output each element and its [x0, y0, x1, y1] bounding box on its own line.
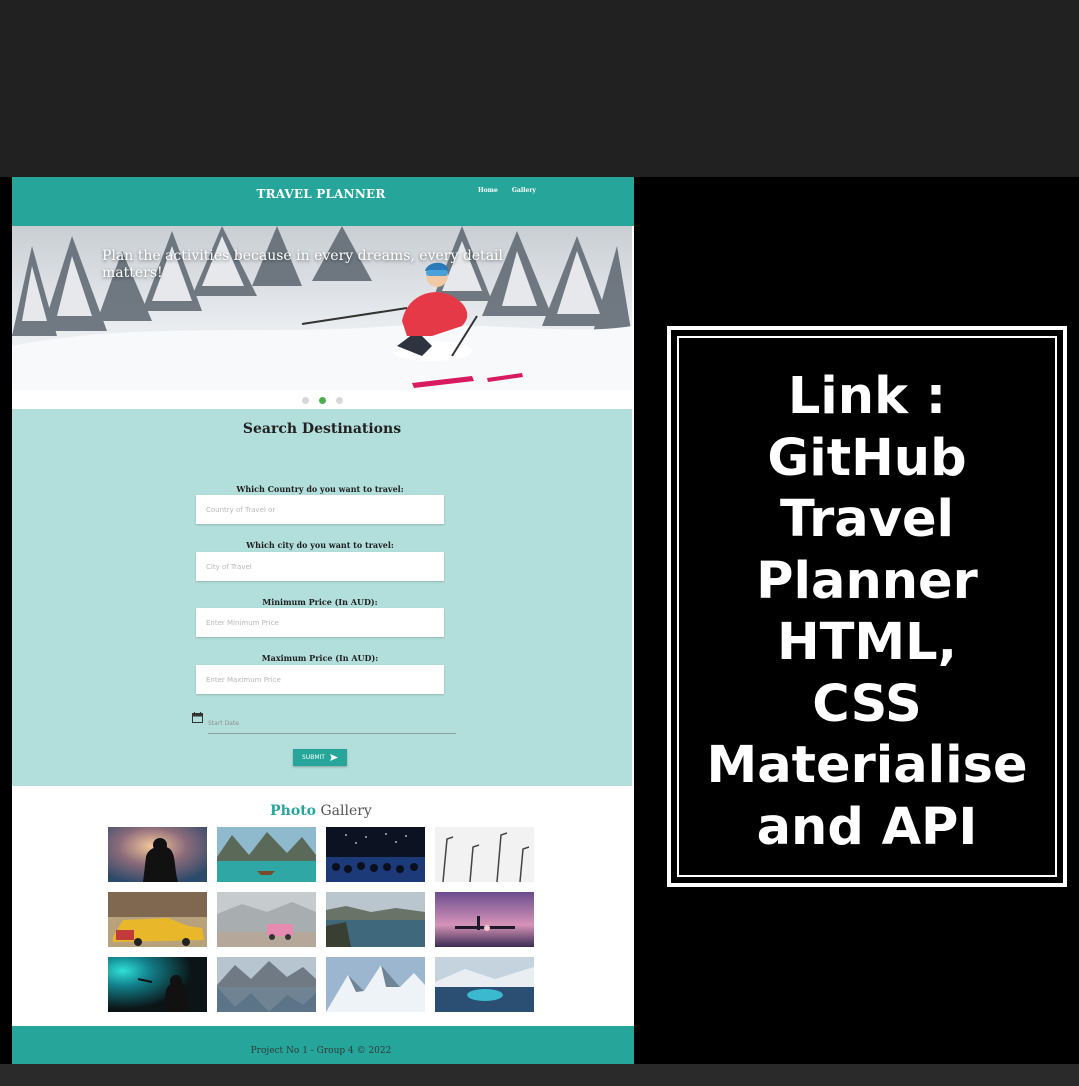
- gallery-photo-lamps[interactable]: [435, 827, 534, 882]
- country-label: Which Country do you want to travel:: [236, 484, 404, 494]
- gallery-title-photo: Photo: [270, 803, 317, 819]
- gallery-photo-jeep[interactable]: [217, 892, 316, 947]
- website-screenshot: TRAVEL PLANNER Home Gallery Plan the act…: [12, 177, 634, 1064]
- gallery-title-gallery: Gallery: [320, 803, 372, 819]
- gallery-photo-mountain-lake[interactable]: [217, 957, 316, 1012]
- footer: Project No 1 - Group 4 © 2022: [12, 1026, 634, 1064]
- gallery-photo-photographer[interactable]: [108, 827, 207, 882]
- link-label-box: Link : GitHub Travel Planner HTML, CSS M…: [667, 326, 1067, 887]
- calendar-icon[interactable]: [192, 712, 203, 723]
- max-price-input[interactable]: [196, 665, 444, 694]
- gallery-photo-coast[interactable]: [326, 892, 425, 947]
- search-title: Search Destinations: [242, 421, 402, 437]
- gallery-photo-cruise[interactable]: [435, 957, 534, 1012]
- carousel-dot-3[interactable]: [335, 397, 343, 404]
- navbar: TRAVEL PLANNER Home Gallery: [12, 177, 634, 226]
- hero-caption: Plan the activities because in every dre…: [102, 248, 503, 281]
- min-price-label: Minimum Price (In AUD):: [262, 597, 378, 607]
- bottom-dark-band: [0, 1064, 1079, 1086]
- gallery-photo-taxi[interactable]: [108, 892, 207, 947]
- gallery-photo-singer[interactable]: [108, 957, 207, 1012]
- gallery-title: Photo Gallery: [12, 803, 630, 819]
- search-section: Search Destinations Which Country do you…: [12, 409, 632, 786]
- nav-link-gallery[interactable]: Gallery: [512, 187, 536, 194]
- nav-link-home[interactable]: Home: [478, 187, 498, 194]
- footer-copyright: Project No 1 - Group 4 © 2022: [250, 1046, 392, 1056]
- photo-gallery-section: Photo Gallery: [12, 786, 632, 1026]
- send-icon: [329, 754, 338, 761]
- gallery-photo-sunset[interactable]: [435, 892, 534, 947]
- hero-carousel[interactable]: Plan the activities because in every dre…: [12, 226, 632, 390]
- max-price-label: Maximum Price (In AUD):: [261, 653, 379, 663]
- gallery-grid: [108, 827, 534, 1012]
- city-label: Which city do you want to travel:: [246, 540, 394, 550]
- country-input[interactable]: [196, 495, 444, 524]
- start-date-input[interactable]: [208, 713, 456, 734]
- gallery-photo-snowy-peaks[interactable]: [326, 957, 425, 1012]
- label-text: Link : GitHub Travel Planner HTML, CSS M…: [706, 367, 1028, 857]
- carousel-dot-1[interactable]: [301, 397, 309, 404]
- submit-label: SUBMIT: [302, 754, 325, 761]
- carousel-dot-2[interactable]: [318, 397, 326, 404]
- top-dark-band: [0, 0, 1079, 177]
- nav-links: Home Gallery: [478, 187, 536, 194]
- gallery-photo-concert[interactable]: [326, 827, 425, 882]
- carousel-indicators: [12, 397, 632, 404]
- brand-logo[interactable]: TRAVEL PLANNER: [12, 187, 630, 201]
- min-price-input[interactable]: [196, 608, 444, 637]
- submit-button[interactable]: SUBMIT: [293, 749, 347, 766]
- gallery-photo-lake[interactable]: [217, 827, 316, 882]
- city-input[interactable]: [196, 552, 444, 581]
